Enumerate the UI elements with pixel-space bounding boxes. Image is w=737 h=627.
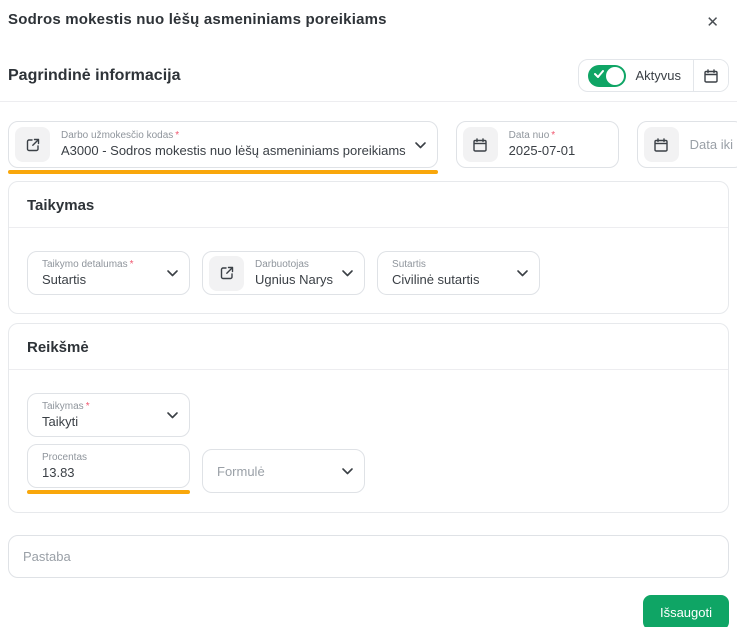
reiksme-body: Taikymas * Taikyti Procentas 13.83 Formu… bbox=[9, 370, 728, 512]
external-link-icon bbox=[220, 266, 233, 280]
detail-level-label: Taikymo detalumas * bbox=[42, 258, 134, 270]
wage-code-field-wrap: Darbo užmokesčio kodas * A3000 - Sodros m… bbox=[8, 121, 438, 174]
employee-field-wrap: Darbuotojas Ugnius Narys bbox=[202, 251, 366, 295]
contract-text: Sutartis Civilinė sutartis bbox=[392, 259, 508, 288]
contract-field-wrap: Sutartis Civilinė sutartis bbox=[377, 251, 541, 295]
close-icon: ✕ bbox=[706, 14, 719, 31]
percent-field-wrap: Procentas 13.83 bbox=[27, 444, 190, 494]
employee-open-button[interactable] bbox=[209, 255, 244, 291]
toggle-switch[interactable] bbox=[588, 64, 627, 87]
required-mark: * bbox=[85, 400, 90, 412]
percent-value: 13.83 bbox=[42, 464, 75, 480]
reiksme-heading: Reikšmė bbox=[27, 339, 89, 356]
chevron-down-icon bbox=[167, 412, 178, 419]
modal-sodros-mokestis: Sodros mokestis nuo lėšų asmeniniams por… bbox=[0, 0, 737, 627]
chevron-down-icon bbox=[342, 270, 353, 277]
detail-level-field-wrap: Taikymo detalumas * Sutartis bbox=[27, 251, 190, 295]
calendar-icon bbox=[704, 68, 718, 83]
taikymas-heading: Taikymas bbox=[27, 197, 95, 214]
employee-select[interactable]: Darbuotojas Ugnius Narys bbox=[202, 251, 366, 295]
main-section-header: Pagrindinė informacija Aktyvus bbox=[8, 59, 729, 92]
contract-value: Civilinė sutartis bbox=[392, 271, 480, 287]
external-link-icon bbox=[26, 138, 39, 151]
chevron-down-icon bbox=[167, 270, 178, 277]
application-text: Taikymas * Taikyti bbox=[42, 401, 158, 430]
reiksme-card: Reikšmė Taikymas * Taikyti Procentas 13.… bbox=[8, 323, 729, 513]
wage-code-highlight-bar bbox=[8, 170, 438, 174]
required-mark: * bbox=[129, 258, 134, 270]
percent-highlight-bar bbox=[27, 490, 190, 494]
application-row: Taikymas * Taikyti bbox=[27, 393, 710, 437]
close-button[interactable]: ✕ bbox=[698, 11, 727, 34]
contract-select[interactable]: Sutartis Civilinė sutartis bbox=[377, 251, 541, 295]
taikymas-card: Taikymas Taikymo detalumas * Sutartis Da… bbox=[8, 181, 729, 314]
date-to-text: Data iki bbox=[690, 137, 733, 152]
formula-select[interactable]: Formulė bbox=[202, 449, 365, 493]
calendar-icon bbox=[654, 137, 668, 152]
footer: Išsaugoti bbox=[8, 595, 729, 627]
employee-value: Ugnius Narys bbox=[255, 271, 334, 287]
date-from-text: Data nuo * 2025-07-01 bbox=[509, 130, 608, 159]
percent-input[interactable]: Procentas 13.83 bbox=[27, 444, 190, 488]
date-to-placeholder: Data iki bbox=[689, 137, 734, 152]
employee-text: Darbuotojas Ugnius Narys bbox=[255, 259, 333, 288]
chevron-down-icon bbox=[414, 141, 426, 148]
date-from-label: Data nuo * bbox=[508, 130, 556, 142]
chevron-down-icon bbox=[342, 468, 353, 475]
header-divider bbox=[0, 101, 737, 102]
required-mark: * bbox=[551, 130, 556, 142]
wage-code-text: Darbo užmokesčio kodas * A3000 - Sodros m… bbox=[61, 130, 406, 159]
chevron-down-icon bbox=[517, 270, 528, 277]
main-fields-row: Darbo užmokesčio kodas * A3000 - Sodros m… bbox=[8, 121, 737, 174]
detail-level-select[interactable]: Taikymo detalumas * Sutartis bbox=[27, 251, 190, 295]
calendar-icon bbox=[473, 137, 487, 152]
required-mark: * bbox=[175, 130, 180, 142]
wage-code-label: Darbo užmokesčio kodas * bbox=[61, 130, 180, 142]
active-toggle-label: Aktyvus bbox=[635, 68, 681, 83]
application-value: Taikyti bbox=[42, 413, 79, 429]
taikymas-fields-row: Taikymo detalumas* Sutartis Darbuotojas bbox=[27, 251, 710, 295]
wage-code-select[interactable]: Darbo užmokesčio kodas * A3000 - Sodros m… bbox=[8, 121, 438, 168]
employee-label: Darbuotojas bbox=[255, 258, 309, 270]
application-select[interactable]: Taikymas * Taikyti bbox=[27, 393, 190, 437]
percent-formula-row: Procentas 13.83 Formulė bbox=[27, 444, 710, 494]
date-to-input[interactable]: Data iki bbox=[636, 121, 737, 168]
detail-level-value: Sutartis bbox=[42, 271, 87, 287]
percent-label: Procentas bbox=[42, 451, 88, 463]
modal-titlebar: Sodros mokestis nuo lėšų asmeniniams por… bbox=[8, 0, 729, 34]
check-icon bbox=[594, 69, 605, 78]
formula-text: Formulė bbox=[217, 464, 333, 479]
formula-field-wrap: Formulė bbox=[202, 449, 365, 494]
application-field-wrap: Taikymas * Taikyti bbox=[27, 393, 190, 437]
active-toggle[interactable]: Aktyvus bbox=[579, 64, 693, 87]
date-from-value: 2025-07-01 bbox=[508, 143, 576, 159]
wage-code-value: A3000 - Sodros mokestis nuo lėšų asmenin… bbox=[61, 143, 406, 159]
percent-text: Procentas 13.83 bbox=[42, 452, 179, 481]
date-to-field-wrap: Data iki bbox=[636, 121, 737, 174]
date-from-input[interactable]: Data nuo * 2025-07-01 bbox=[455, 121, 619, 168]
date-from-field-wrap: Data nuo * 2025-07-01 bbox=[455, 121, 619, 174]
history-calendar-button[interactable] bbox=[694, 60, 728, 91]
save-button[interactable]: Išsaugoti bbox=[642, 595, 729, 627]
contract-label: Sutartis bbox=[392, 258, 426, 270]
date-from-calendar-button[interactable] bbox=[462, 127, 498, 162]
detail-level-text: Taikymo detalumas * Sutartis bbox=[42, 259, 158, 288]
active-control-group: Aktyvus bbox=[578, 59, 729, 92]
date-to-calendar-button[interactable] bbox=[643, 127, 679, 162]
note-input[interactable]: Pastaba bbox=[8, 535, 729, 578]
note-placeholder: Pastaba bbox=[23, 549, 71, 564]
formula-placeholder: Formulė bbox=[217, 463, 265, 479]
application-label: Taikymas * bbox=[42, 400, 90, 412]
toggle-knob bbox=[606, 66, 625, 85]
wage-code-open-button[interactable] bbox=[15, 127, 50, 162]
taikymas-body: Taikymo detalumas* Sutartis Darbuotojas bbox=[9, 228, 728, 313]
page-title: Pagrindinė informacija bbox=[8, 66, 181, 84]
modal-title: Sodros mokestis nuo lėšų asmeniniams por… bbox=[8, 11, 387, 28]
